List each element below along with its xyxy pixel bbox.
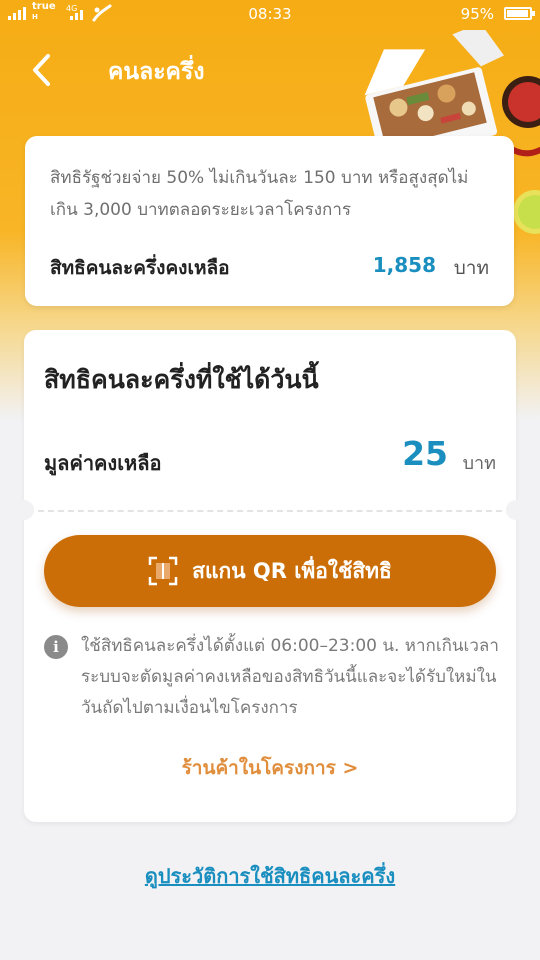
scan-qr-label: สแกน QR เพื่อใช้สิทธิ	[192, 558, 392, 583]
info-icon: i	[44, 635, 68, 659]
page-title: คนละครึ่ง	[108, 59, 205, 85]
clock: 08:33	[248, 5, 292, 23]
battery-percent: 95%	[460, 5, 494, 23]
shops-link[interactable]: ร้านค้าในโครงการ >	[24, 753, 516, 783]
summary-description: สิทธิรัฐช่วยจ่าย 50% ไม่เกินวันละ 150 บา…	[50, 168, 469, 220]
info-text: ใช้สิทธิคนละครึ่งได้ตั้งแต่ 06:00–23:00 …	[81, 636, 499, 718]
dashed-divider	[38, 510, 502, 512]
battery-icon	[504, 7, 535, 20]
today-title: สิทธิคนละครึ่งที่ใช้ได้วันนี้	[44, 365, 319, 394]
history-link[interactable]: ดูประวัติการใช้สิทธิคนละครึ่ง	[0, 860, 540, 892]
qr-scan-icon	[148, 556, 178, 586]
summary-card: สิทธิรัฐช่วยจ่าย 50% ไม่เกินวันละ 150 บา…	[25, 136, 514, 306]
status-bar: true H 4G 08:33 95%	[0, 0, 540, 28]
remaining-total-label: สิทธิคนละครึ่งคงเหลือ	[50, 257, 230, 279]
scan-qr-button[interactable]: สแกน QR เพื่อใช้สิทธิ	[44, 535, 496, 607]
remaining-total-value: 1,858	[372, 253, 436, 277]
today-remaining-unit: บาท	[462, 453, 496, 474]
chevron-left-icon[interactable]	[28, 52, 58, 88]
remaining-total-unit: บาท	[453, 257, 489, 279]
ticket-notch-left	[14, 500, 34, 520]
today-remaining-label: มูลค่าคงเหลือ	[44, 451, 162, 475]
today-remaining-value: 25	[402, 434, 448, 473]
ticket-notch-right	[506, 500, 526, 520]
today-card: สิทธิคนละครึ่งที่ใช้ได้วันนี้ มูลค่าคงเห…	[14, 330, 526, 822]
